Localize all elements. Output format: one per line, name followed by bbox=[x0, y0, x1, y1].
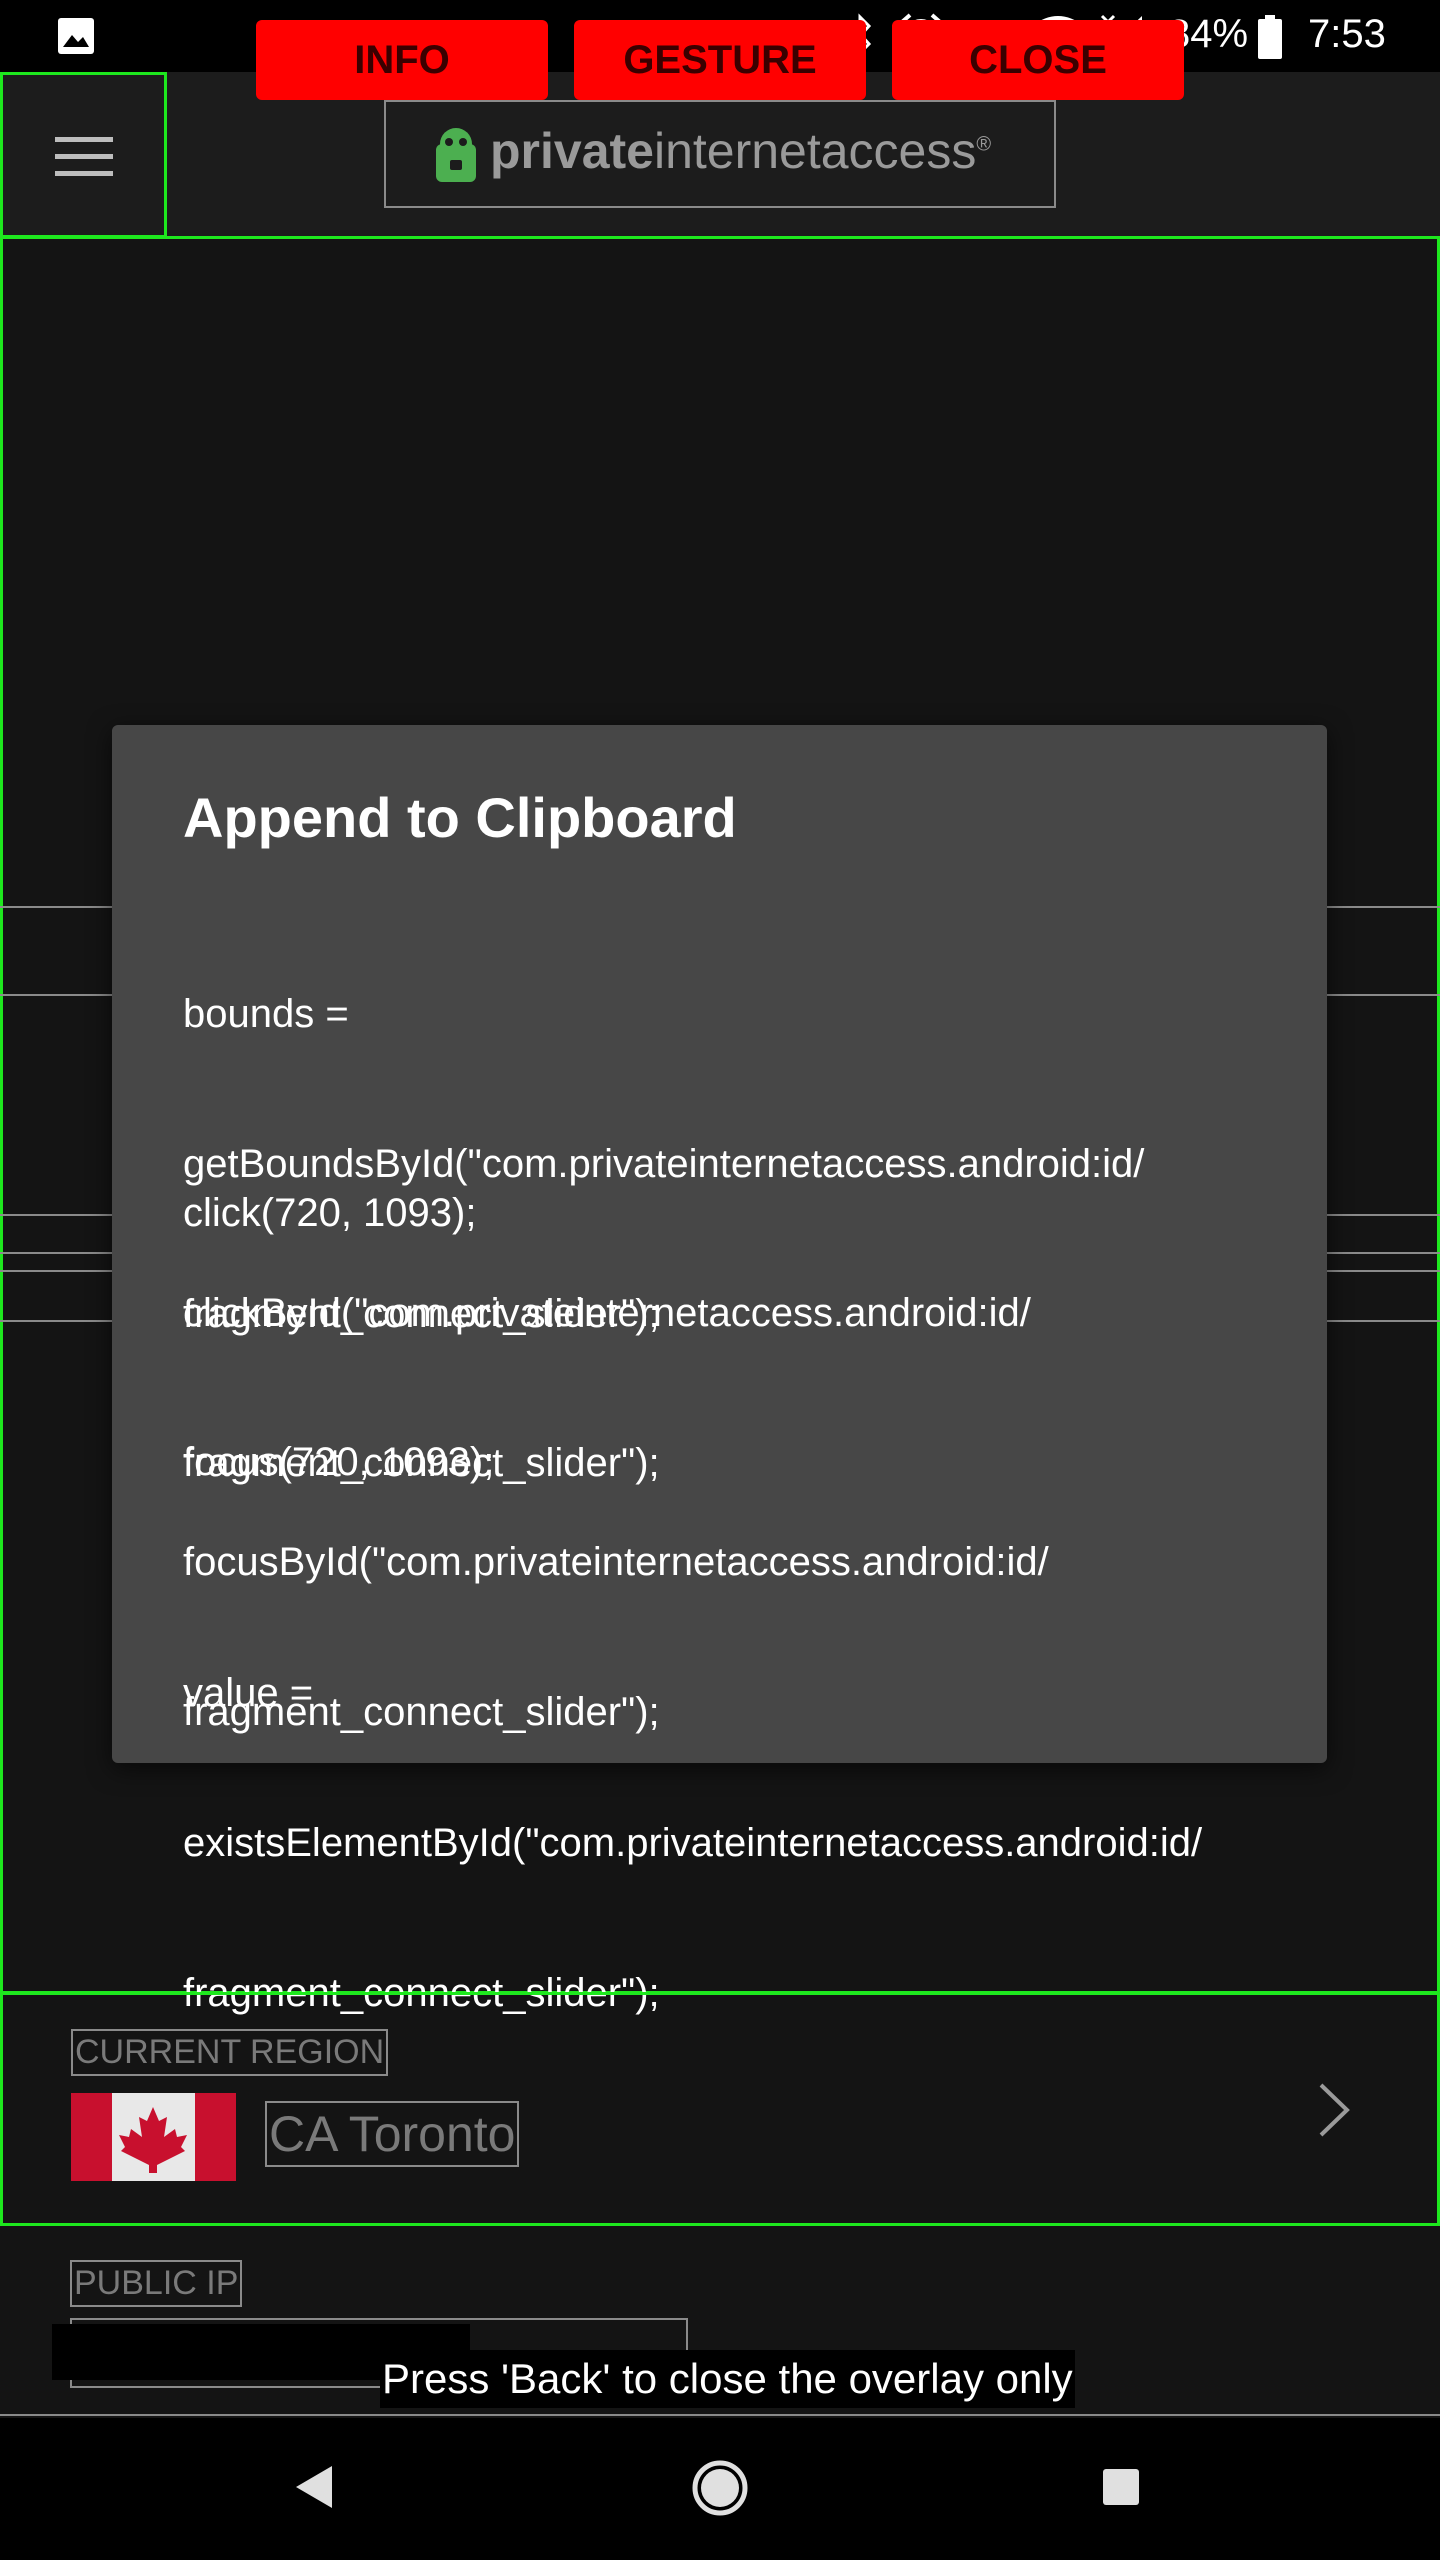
menu-button[interactable] bbox=[0, 72, 167, 238]
public-ip-label: PUBLIC IP bbox=[70, 2260, 243, 2307]
divider-line bbox=[0, 2414, 1440, 2416]
toast-message: Press 'Back' to close the overlay only bbox=[380, 2350, 1075, 2408]
current-region-label: CURRENT REGION bbox=[71, 2029, 389, 2076]
pia-robot-logo-icon bbox=[436, 128, 476, 182]
logo-registered-mark: ® bbox=[976, 133, 992, 156]
code-line: clickById("com.privateinternetaccess.and… bbox=[183, 1291, 1031, 1335]
app-logo: privateinternetaccess® bbox=[384, 100, 1056, 208]
canada-flag-icon bbox=[71, 2093, 236, 2181]
clock-time: 7:53 bbox=[1308, 12, 1386, 56]
recents-icon[interactable] bbox=[1102, 2468, 1140, 2506]
logo-text-light: internetaccess bbox=[653, 123, 977, 179]
code-line: bounds = bbox=[183, 992, 349, 1036]
code-line: value = bbox=[183, 1671, 314, 1715]
image-icon bbox=[58, 18, 94, 54]
hamburger-menu-icon bbox=[55, 137, 113, 176]
dialog-title: Append to Clipboard bbox=[183, 786, 737, 849]
system-nav-bar bbox=[0, 2418, 1440, 2560]
logo-wordmark: privateinternetaccess® bbox=[490, 122, 991, 180]
append-to-clipboard-dialog: Append to Clipboard bounds = getBoundsBy… bbox=[112, 725, 1327, 2015]
current-region-row[interactable]: CURRENT REGION CA Toronto bbox=[0, 1992, 1440, 2226]
battery-icon bbox=[1258, 15, 1282, 59]
overlay-info-button[interactable]: INFO bbox=[256, 20, 548, 100]
current-region-value: CA Toronto bbox=[265, 2101, 520, 2167]
back-icon[interactable] bbox=[294, 2464, 334, 2510]
code-line: existsElementById("com.privateinternetac… bbox=[183, 1821, 1203, 1865]
home-icon[interactable] bbox=[692, 2460, 748, 2516]
overlay-close-button[interactable]: CLOSE bbox=[892, 20, 1184, 100]
logo-text-bold: private bbox=[490, 123, 654, 179]
overlay-gesture-button[interactable]: GESTURE bbox=[574, 20, 866, 100]
chevron-right-icon bbox=[1319, 2083, 1350, 2137]
